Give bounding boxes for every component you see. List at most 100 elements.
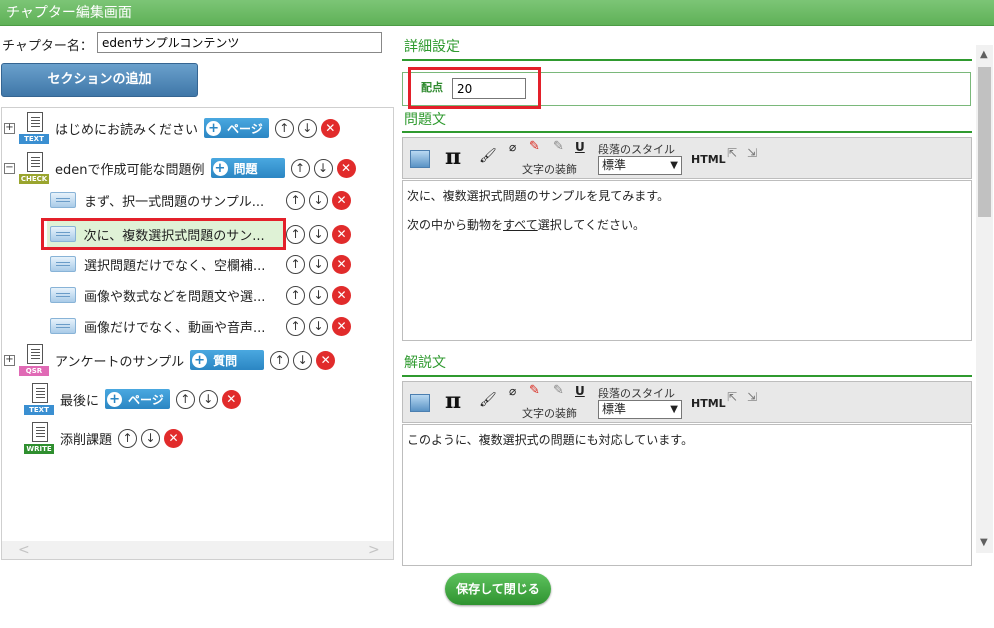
- editor-line: このように、複数選択式の問題にも対応しています。: [407, 433, 694, 447]
- question-editor[interactable]: 次に、複数選択式問題のサンプルを見てみます。 次の中から動物をすべて選択してくだ…: [402, 180, 972, 341]
- check-doc-icon: CHECK: [19, 152, 49, 184]
- right-panel-scrollbar[interactable]: ▲ ▼: [976, 45, 993, 553]
- move-down-icon[interactable]: ↓: [309, 285, 328, 305]
- text-doc-icon: TEXT: [19, 112, 49, 144]
- delete-icon[interactable]: ✕: [332, 285, 351, 305]
- delete-icon[interactable]: ✕: [164, 428, 184, 448]
- tree-item-label[interactable]: まず、択一式問題のサンプル...: [84, 191, 280, 210]
- score-input[interactable]: [452, 78, 526, 99]
- move-down-icon[interactable]: ↓: [293, 350, 313, 370]
- tree-item-label[interactable]: 最後に: [60, 390, 99, 409]
- paragraph-style-select[interactable]: 標準 ▼: [598, 156, 682, 175]
- move-up-icon[interactable]: ↑: [286, 190, 305, 210]
- move-up-icon[interactable]: ↑: [286, 254, 305, 274]
- underline-icon[interactable]: U: [575, 384, 585, 398]
- scroll-down-icon[interactable]: ▼: [980, 537, 988, 548]
- scroll-up-icon[interactable]: ▲: [980, 49, 988, 60]
- tree-subitem[interactable]: 画像だけでなく、動画や音声... ↑ ↓ ✕: [50, 314, 355, 338]
- paragraph-style-select[interactable]: 標準 ▼: [598, 400, 682, 419]
- tree-subitem[interactable]: 選択問題だけでなく、空欄補... ↑ ↓ ✕: [50, 252, 355, 276]
- move-up-icon[interactable]: ↑: [118, 428, 138, 448]
- tree-subitem[interactable]: 画像や数式などを問題文や選... ↑ ↓ ✕: [50, 283, 355, 307]
- plus-icon: +: [107, 391, 123, 407]
- tree-item-intro[interactable]: + TEXT はじめにお読みください + ページ ↑ ↓ ✕: [4, 112, 344, 144]
- delete-icon[interactable]: ✕: [336, 158, 356, 178]
- eraser-icon[interactable]: ⌀: [509, 140, 516, 154]
- expand-icon[interactable]: ⇱: [727, 390, 737, 404]
- tree-item-label[interactable]: はじめにお読みください: [55, 119, 198, 138]
- move-up-icon[interactable]: ↑: [274, 118, 294, 138]
- eraser-icon[interactable]: ⌀: [509, 384, 516, 398]
- shrink-icon[interactable]: ⇲: [747, 390, 757, 404]
- html-button[interactable]: HTML: [691, 397, 726, 410]
- underline-icon[interactable]: U: [575, 140, 585, 154]
- detail-settings-title: 詳細設定: [404, 39, 460, 55]
- scroll-right-icon[interactable]: >: [368, 542, 380, 558]
- tree-subitem-selected[interactable]: 次に、複数選択式問題のサン...: [47, 221, 283, 247]
- delete-icon[interactable]: ✕: [332, 190, 351, 210]
- brush-icon[interactable]: 🖌: [479, 148, 497, 164]
- scrollbar-thumb[interactable]: [978, 67, 991, 217]
- move-up-icon[interactable]: ↑: [175, 389, 195, 409]
- delete-icon[interactable]: ✕: [221, 389, 241, 409]
- insert-image-icon[interactable]: [410, 394, 430, 412]
- tree-item-assignment[interactable]: WRITE 添削課題 ↑ ↓ ✕: [24, 422, 187, 454]
- tree-item-label[interactable]: 選択問題だけでなく、空欄補...: [84, 255, 280, 274]
- move-up-icon[interactable]: ↑: [286, 285, 305, 305]
- marker-gray-icon[interactable]: ✎: [553, 383, 564, 398]
- add-page-button[interactable]: + ページ: [105, 389, 170, 409]
- save-and-close-button[interactable]: 保存して閉じる: [445, 573, 551, 605]
- add-section-button[interactable]: セクションの追加: [1, 63, 198, 97]
- score-label: 配点: [421, 81, 443, 94]
- move-up-icon[interactable]: ↑: [290, 158, 310, 178]
- scroll-left-icon[interactable]: <: [18, 542, 30, 558]
- shrink-icon[interactable]: ⇲: [747, 146, 757, 160]
- move-up-icon[interactable]: ↑: [286, 224, 305, 244]
- delete-icon[interactable]: ✕: [332, 254, 351, 274]
- delete-icon[interactable]: ✕: [316, 350, 336, 370]
- html-button[interactable]: HTML: [691, 153, 726, 166]
- move-down-icon[interactable]: ↓: [309, 190, 328, 210]
- tree-item-question-examples[interactable]: − CHECK edenで作成可能な問題例 + 問題 ↑ ↓ ✕: [4, 152, 360, 184]
- move-down-icon[interactable]: ↓: [198, 389, 218, 409]
- delete-icon[interactable]: ✕: [332, 224, 351, 244]
- add-page-button[interactable]: + ページ: [204, 118, 269, 138]
- explanation-editor[interactable]: このように、複数選択式の問題にも対応しています。: [402, 424, 972, 566]
- move-up-icon[interactable]: ↑: [270, 350, 290, 370]
- add-survey-question-button[interactable]: + 質問: [190, 350, 265, 370]
- move-down-icon[interactable]: ↓: [309, 316, 328, 336]
- tree-horizontal-scrollbar[interactable]: < >: [2, 541, 393, 559]
- marker-gray-icon[interactable]: ✎: [553, 139, 564, 154]
- add-question-button[interactable]: + 問題: [210, 158, 285, 178]
- tree-item-label[interactable]: アンケートのサンプル: [55, 351, 184, 370]
- tree-subitem[interactable]: まず、択一式問題のサンプル... ↑ ↓ ✕: [50, 188, 355, 212]
- move-down-icon[interactable]: ↓: [309, 224, 328, 244]
- tree-item-survey[interactable]: + QSR アンケートのサンプル + 質問 ↑ ↓ ✕: [4, 344, 339, 376]
- expand-icon[interactable]: ⇱: [727, 146, 737, 160]
- insert-image-icon[interactable]: [410, 150, 430, 168]
- move-down-icon[interactable]: ↓: [309, 254, 328, 274]
- tree-item-label[interactable]: 画像だけでなく、動画や音声...: [84, 317, 280, 336]
- tree-item-label[interactable]: 次に、複数選択式問題のサン...: [84, 225, 277, 244]
- expand-icon[interactable]: +: [4, 122, 15, 134]
- insert-formula-icon[interactable]: π: [445, 388, 461, 414]
- tree-item-label[interactable]: 画像や数式などを問題文や選...: [84, 286, 280, 305]
- window-title: チャプター編集画面: [0, 0, 994, 26]
- delete-icon[interactable]: ✕: [332, 316, 351, 336]
- brush-icon[interactable]: 🖌: [479, 392, 497, 408]
- collapse-icon[interactable]: −: [4, 162, 15, 174]
- tree-item-label[interactable]: 添削課題: [60, 429, 112, 448]
- move-down-icon[interactable]: ↓: [141, 428, 161, 448]
- question-card-icon: [50, 256, 76, 272]
- tree-item-finally[interactable]: TEXT 最後に + ページ ↑ ↓ ✕: [24, 383, 245, 415]
- move-up-icon[interactable]: ↑: [286, 316, 305, 336]
- move-down-icon[interactable]: ↓: [313, 158, 333, 178]
- chapter-name-input[interactable]: [97, 32, 382, 53]
- marker-red-icon[interactable]: ✎: [529, 139, 540, 154]
- insert-formula-icon[interactable]: π: [445, 144, 461, 170]
- expand-icon[interactable]: +: [4, 354, 15, 366]
- marker-red-icon[interactable]: ✎: [529, 383, 540, 398]
- move-down-icon[interactable]: ↓: [297, 118, 317, 138]
- tree-item-label[interactable]: edenで作成可能な問題例: [55, 159, 205, 178]
- delete-icon[interactable]: ✕: [320, 118, 340, 138]
